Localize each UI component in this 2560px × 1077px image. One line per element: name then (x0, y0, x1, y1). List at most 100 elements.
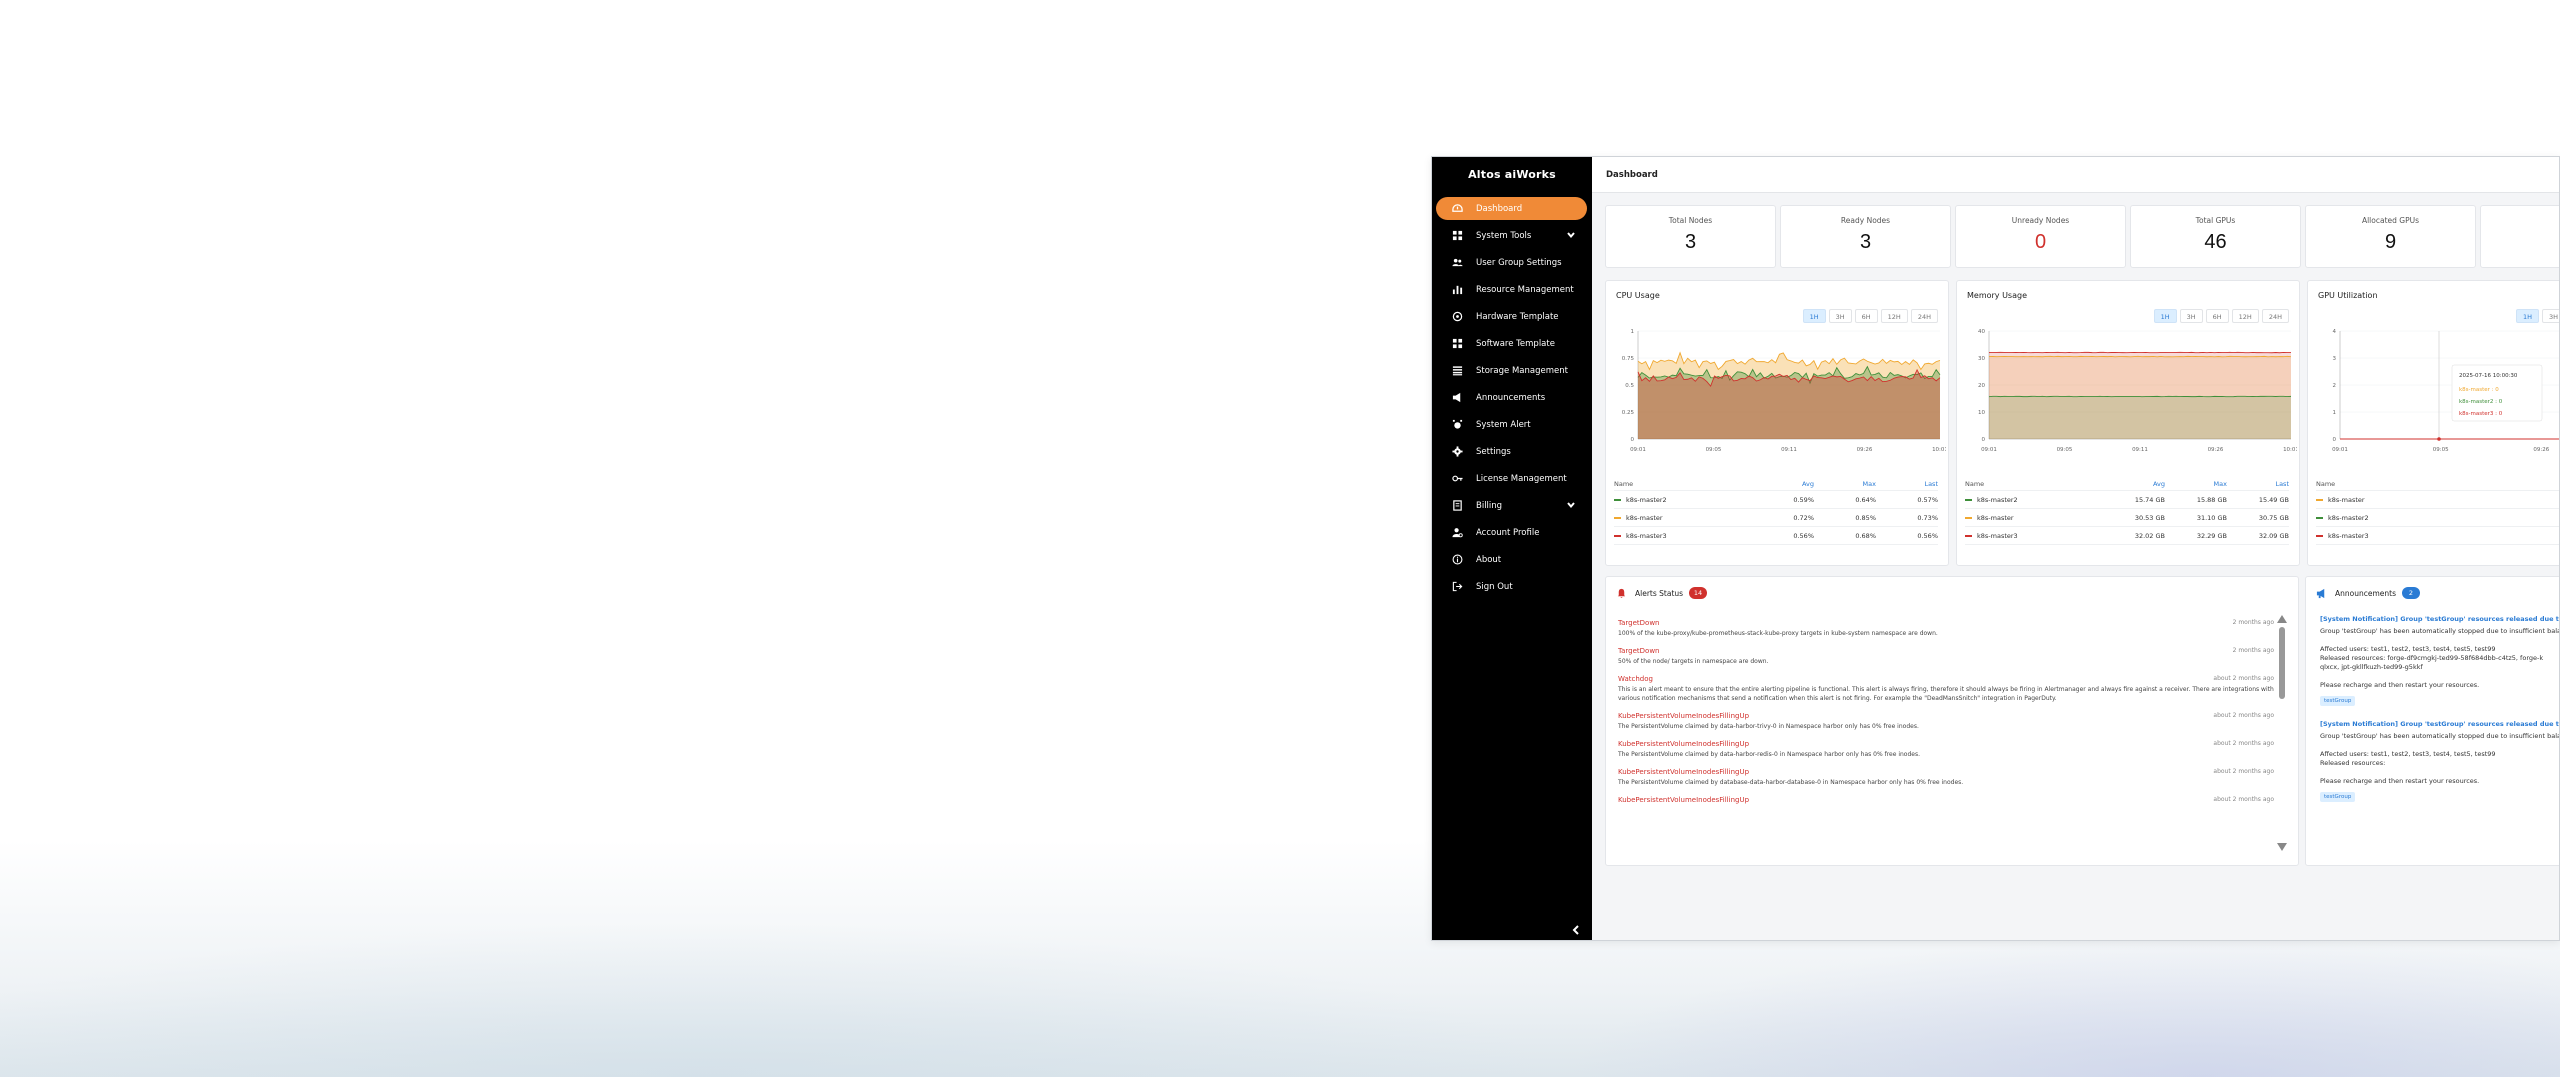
page-title: Dashboard (1606, 169, 1658, 180)
gpu-time-range: 1H 3H (2516, 309, 2559, 323)
info-icon (1450, 553, 1464, 567)
sidebar-item-resource-management[interactable]: Resource Management (1436, 278, 1587, 301)
announcement-title[interactable]: [System Notification] Group 'testGroup' … (2320, 720, 2559, 728)
sidebar-item-sign-out[interactable]: Sign Out (1436, 575, 1587, 598)
sidebar-item-label: Hardware Template (1476, 311, 1559, 322)
announcements-title: Announcements (2335, 588, 2396, 598)
chevron-down-icon[interactable] (1567, 501, 1575, 509)
tooltip-line: k8s-master : 0 (2459, 387, 2499, 393)
column-header[interactable]: Name (1965, 480, 2103, 488)
group-tag: testGroup (2320, 696, 2356, 706)
range-button-3h[interactable]: 3H (2542, 309, 2559, 323)
stat-card: Fre 3 (2480, 205, 2559, 268)
alert-item[interactable]: KubePersistentVolumeInodesFillingUp about… (1618, 794, 2274, 806)
sidebar-item-license-management[interactable]: License Management (1436, 467, 1587, 490)
stat-label: Allocated GPUs (2361, 216, 2420, 225)
sidebar-item-label: About (1476, 554, 1502, 565)
chevron-down-icon[interactable] (1567, 231, 1575, 239)
series-name: k8s-master3 (1965, 532, 2103, 540)
sidebar: Altos aiWorks Dashboard System Tools User … (1432, 157, 1592, 940)
alert-item[interactable]: TargetDown 2 months ago 100% of the kube-p… (1618, 617, 2274, 638)
column-header[interactable]: Max (2165, 480, 2227, 488)
alert-description: This is an alert meant to ensure that th… (1618, 686, 2274, 702)
cell-max: 32.29 GB (2196, 531, 2227, 540)
x-tick-label: 10:01 (2283, 447, 2297, 453)
alerts-scrollbar[interactable] (2277, 615, 2287, 851)
stat-label: Total GPUs (2195, 216, 2236, 225)
series-name: k8s-master2 (1965, 496, 2103, 504)
column-header[interactable]: Name (2316, 480, 2522, 488)
sign-out-icon (1450, 580, 1464, 594)
grid-icon (1450, 337, 1464, 351)
announcement-item[interactable]: [System Notification] Group 'testGroup' … (2320, 615, 2559, 706)
group-tag: testGroup (2320, 792, 2356, 802)
legend-swatch (1965, 498, 1972, 501)
stat-value: 46 (2204, 231, 2227, 253)
stat-value: 3 (1684, 231, 1697, 253)
collapse-sidebar-button[interactable] (1572, 920, 1584, 935)
alert-time: 2 months ago (2232, 619, 2274, 626)
billing-icon (1450, 499, 1464, 513)
announcement-title[interactable]: [System Notification] Group 'testGroup' … (2320, 615, 2559, 623)
sidebar-item-account-profile[interactable]: Account Profile (1436, 521, 1587, 544)
scroll-thumb[interactable] (2279, 627, 2285, 699)
range-button-1h[interactable]: 1H (1802, 309, 1826, 323)
column-header[interactable]: Last (1876, 480, 1938, 488)
column-header[interactable]: Avg (2522, 480, 2559, 488)
sidebar-item-user-group-settings[interactable]: User Group Settings (1436, 251, 1587, 274)
column-header[interactable]: Avg (2103, 480, 2165, 488)
cell-last: 0.73% (1917, 513, 1938, 522)
stat-value: 9 (2384, 231, 2397, 253)
series-name: k8s-master (1965, 514, 2103, 522)
sidebar-item-storage-management[interactable]: Storage Management (1436, 359, 1587, 382)
sidebar-item-software-template[interactable]: Software Template (1436, 332, 1587, 355)
sidebar-item-about[interactable]: About (1436, 548, 1587, 571)
grid-icon (1450, 229, 1464, 243)
alert-item[interactable]: KubePersistentVolumeInodesFillingUp about… (1618, 766, 2274, 787)
range-button-24h[interactable]: 24H (2261, 309, 2289, 323)
sidebar-item-hardware-template[interactable]: Hardware Template (1436, 305, 1587, 328)
column-header[interactable]: Last (2227, 480, 2289, 488)
table-row: k8s-master 0.72% 0.85% 0.73% (1614, 509, 1938, 527)
announcement-line: Released resources: forge-df9cmgkj-ted99… (2320, 654, 2544, 662)
sidebar-item-settings[interactable]: Settings (1436, 440, 1587, 463)
y-tick-label: 0.5 (1625, 383, 1634, 389)
megaphone-icon (1450, 391, 1464, 405)
sidebar-item-system-alert[interactable]: System Alert (1436, 413, 1587, 436)
alert-item[interactable]: KubePersistentVolumeInodesFillingUp about… (1618, 738, 2274, 759)
cell-last: 0.57% (1917, 495, 1938, 504)
sidebar-item-label: Storage Management (1476, 365, 1568, 376)
range-button-1h[interactable]: 1H (2153, 309, 2177, 323)
alert-item[interactable]: TargetDown 2 months ago 50% of the node/ t… (1618, 645, 2274, 666)
announcement-line: qlxcx, jpt-gkllfkuzh-ted99-g5kkf (2320, 663, 2423, 671)
range-button-12h[interactable]: 12H (1880, 309, 1908, 323)
range-button-1h[interactable]: 1H (2516, 309, 2540, 323)
scroll-down-arrow-icon[interactable] (2277, 843, 2287, 851)
range-button-24h[interactable]: 24H (1910, 309, 1938, 323)
column-header[interactable]: Max (1814, 480, 1876, 488)
cell-last: 0.56% (1917, 531, 1938, 540)
tooltip-line: k8s-master2 : 0 (2459, 399, 2503, 405)
sidebar-item-announcements[interactable]: Announcements (1436, 386, 1587, 409)
x-tick-label: 09:01 (1630, 447, 1646, 453)
alert-description: The PersistentVolume claimed by data-har… (1618, 751, 1921, 758)
sidebar-item-label: User Group Settings (1476, 257, 1562, 268)
alert-item[interactable]: Watchdog about 2 months ago This is an ale… (1618, 673, 2274, 703)
announcement-line: Affected users: test1, test2, test3, tes… (2320, 645, 2496, 653)
sidebar-item-dashboard[interactable]: Dashboard (1436, 197, 1587, 220)
scroll-up-arrow-icon[interactable] (2277, 615, 2287, 623)
range-button-3h[interactable]: 3H (2179, 309, 2203, 323)
alert-item[interactable]: KubePersistentVolumeInodesFillingUp about… (1618, 710, 2274, 731)
range-button-6h[interactable]: 6H (2205, 309, 2229, 323)
sidebar-item-billing[interactable]: Billing (1436, 494, 1587, 517)
range-button-3h[interactable]: 3H (1828, 309, 1852, 323)
cell-avg: 0.00% (2522, 496, 2559, 504)
column-header[interactable]: Avg (1752, 480, 1814, 488)
column-header[interactable]: Name (1614, 480, 1752, 488)
alert-list[interactable]: TargetDown 2 months ago 100% of the kube-p… (1618, 617, 2274, 813)
range-button-12h[interactable]: 12H (2231, 309, 2259, 323)
legend-swatch (2316, 534, 2323, 537)
range-button-6h[interactable]: 6H (1854, 309, 1878, 323)
announcement-item[interactable]: [System Notification] Group 'testGroup' … (2320, 720, 2559, 802)
sidebar-item-system-tools[interactable]: System Tools (1436, 224, 1587, 247)
